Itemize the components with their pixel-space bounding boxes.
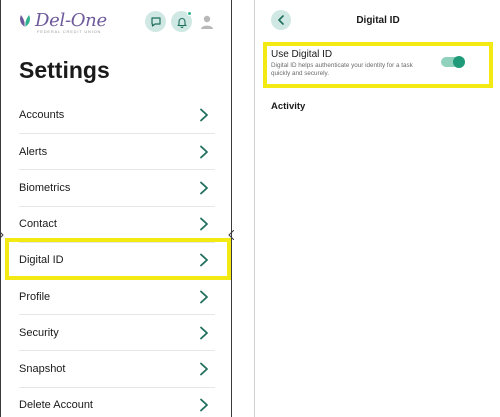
use-digital-id-label: Use Digital ID	[271, 49, 333, 60]
chevron-right-icon	[200, 290, 208, 303]
menu-item-contact[interactable]: Contact	[19, 205, 215, 242]
brand-logo: Del-One	[17, 10, 107, 31]
menu-item-biometrics[interactable]: Biometrics	[19, 169, 215, 205]
menu-item-label: Snapshot	[19, 362, 66, 375]
menu-item-label: Security	[19, 326, 59, 339]
logo-text: Del-One	[35, 10, 107, 31]
user-icon[interactable]	[199, 14, 215, 30]
menu-item-label: Biometrics	[19, 181, 71, 194]
edge-notch-left	[0, 231, 4, 239]
toggle-knob	[453, 56, 465, 68]
menu-item-alerts[interactable]: Alerts	[19, 133, 215, 169]
logo-tagline: FEDERAL CREDIT UNION	[37, 29, 102, 34]
bell-icon	[176, 17, 187, 28]
chevron-right-icon	[200, 217, 208, 231]
menu-item-accounts[interactable]: Accounts	[19, 97, 215, 133]
screenshot-page: Del-One FEDERAL CREDIT UNION Settings Ac…	[0, 0, 500, 417]
chevron-right-icon	[200, 326, 208, 340]
menu-item-security[interactable]: Security	[19, 314, 215, 350]
page-title: Settings	[19, 57, 110, 83]
menu-item-profile[interactable]: Profile	[19, 277, 215, 314]
menu-item-label: Profile	[19, 290, 51, 303]
chevron-right-icon	[200, 362, 208, 376]
use-digital-id-description: Digital ID helps authenticate your ident…	[271, 62, 413, 77]
highlight-box-digital-id	[5, 238, 231, 280]
chevron-right-icon	[200, 145, 208, 159]
leaf-logo-icon	[20, 14, 30, 27]
menu-item-delete-account[interactable]: Delete Account	[19, 386, 215, 417]
menu-item-snapshot[interactable]: Snapshot	[19, 350, 215, 386]
chat-icon	[150, 16, 161, 27]
menu-item-label: Contact	[19, 218, 57, 231]
chevron-right-icon	[200, 181, 208, 195]
chevron-right-icon	[200, 398, 208, 412]
settings-screen: Del-One FEDERAL CREDIT UNION Settings Ac…	[0, 0, 232, 417]
use-digital-id-toggle[interactable]	[441, 56, 465, 68]
edge-notch-right	[228, 230, 234, 240]
chevron-right-icon	[200, 108, 208, 122]
page-title: Digital ID	[356, 15, 400, 26]
digital-id-screen: Digital ID Use Digital ID Digital ID hel…	[254, 0, 500, 417]
notifications-button[interactable]	[171, 11, 192, 32]
menu-item-label: Accounts	[19, 109, 65, 122]
activity-heading: Activity	[271, 101, 306, 112]
menu-item-label: Alerts	[19, 145, 48, 158]
notification-dot	[187, 11, 192, 16]
messages-button[interactable]	[145, 11, 166, 32]
header-actions	[145, 11, 215, 32]
menu-item-label: Delete Account	[19, 399, 93, 412]
